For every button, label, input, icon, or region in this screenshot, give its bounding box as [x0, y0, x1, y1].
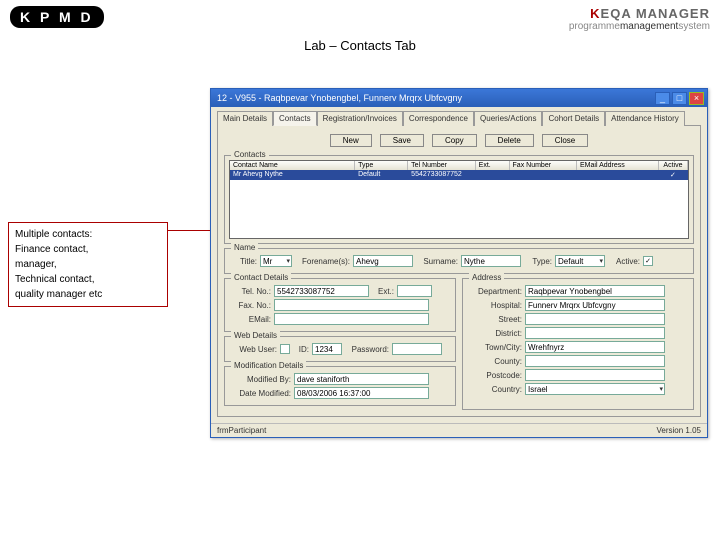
contact-details-fieldset: Contact Details Tel. No.:5542733087752Ex…	[224, 278, 456, 332]
brand-block: KEQA MANAGER programmemanagementsystem	[569, 6, 710, 32]
contacts-fieldset: Contacts Contact Name Type Tel Number Ex…	[224, 155, 694, 244]
table-row[interactable]: Mr Ahevg Nythe Default 5542733087752 ✓	[230, 170, 688, 180]
delete-button[interactable]: Delete	[485, 134, 534, 147]
tab-cohort[interactable]: Cohort Details	[542, 111, 605, 126]
col-ext[interactable]: Ext.	[476, 161, 510, 170]
copy-button[interactable]: Copy	[432, 134, 477, 147]
new-button[interactable]: New	[330, 134, 372, 147]
col-email[interactable]: EMail Address	[577, 161, 659, 170]
postcode-input[interactable]	[525, 369, 665, 381]
webuser-checkbox[interactable]	[280, 344, 290, 354]
address-fieldset: Address Department:Raqbpevar Ynobengbel …	[462, 278, 694, 410]
forename-input[interactable]: Ahevg	[353, 255, 413, 267]
department-input[interactable]: Raqbpevar Ynobengbel	[525, 285, 665, 297]
street-input[interactable]	[525, 313, 665, 325]
status-version: Version 1.05	[657, 426, 701, 435]
password-input[interactable]	[392, 343, 442, 355]
town-input[interactable]: Wrehfnyrz	[525, 341, 665, 353]
fax-input[interactable]	[274, 299, 429, 311]
col-tel[interactable]: Tel Number	[408, 161, 475, 170]
tab-attendance[interactable]: Attendance History	[605, 111, 685, 126]
country-select[interactable]: Israel	[525, 383, 665, 395]
close-icon[interactable]: ×	[689, 92, 704, 105]
close-button[interactable]: Close	[542, 134, 588, 147]
callout-box: Multiple contacts: Finance contact, mana…	[8, 222, 168, 307]
minimize-icon[interactable]: _	[655, 92, 670, 105]
titlebar[interactable]: 12 - V955 - Raqbpevar Ynobengbel, Funner…	[211, 89, 707, 107]
app-window: 12 - V955 - Raqbpevar Ynobengbel, Funner…	[210, 88, 708, 438]
datemodified-input: 08/03/2006 16:37:00	[294, 387, 429, 399]
hospital-input[interactable]: Funnerv Mrqrx Ubfcvgny	[525, 299, 665, 311]
name-fieldset: Name Title: Mr Forename(s): Ahevg Surnam…	[224, 248, 694, 274]
tab-contacts[interactable]: Contacts	[273, 111, 317, 126]
id-input[interactable]: 1234	[312, 343, 342, 355]
col-type[interactable]: Type	[355, 161, 408, 170]
tel-input[interactable]: 5542733087752	[274, 285, 369, 297]
email-input[interactable]	[274, 313, 429, 325]
ext-input[interactable]	[397, 285, 432, 297]
toolbar: New Save Copy Delete Close	[224, 134, 694, 147]
window-title: 12 - V955 - Raqbpevar Ynobengbel, Funner…	[214, 93, 653, 103]
contacts-grid[interactable]: Contact Name Type Tel Number Ext. Fax Nu…	[229, 160, 689, 239]
county-input[interactable]	[525, 355, 665, 367]
web-fieldset: Web Details Web User:ID:1234Password:	[224, 336, 456, 362]
status-form-name: frmParticipant	[217, 426, 266, 435]
tab-main-details[interactable]: Main Details	[217, 111, 273, 126]
page-title: Lab – Contacts Tab	[0, 38, 720, 53]
district-input[interactable]	[525, 327, 665, 339]
statusbar: frmParticipant Version 1.05	[211, 423, 707, 437]
save-button[interactable]: Save	[380, 134, 424, 147]
col-active[interactable]: Active	[659, 161, 688, 170]
tab-correspondence[interactable]: Correspondence	[403, 111, 474, 126]
active-checkbox[interactable]: ✓	[643, 256, 653, 266]
type-select[interactable]: Default	[555, 255, 605, 267]
tab-registration[interactable]: Registration/Invoices	[317, 111, 403, 126]
kpmd-logo: K P M D	[10, 6, 104, 28]
modifiedby-input: dave staniforth	[294, 373, 429, 385]
modification-fieldset: Modification Details Modified By:dave st…	[224, 366, 456, 406]
surname-input[interactable]: Nythe	[461, 255, 521, 267]
col-contact-name[interactable]: Contact Name	[230, 161, 355, 170]
col-fax[interactable]: Fax Number	[510, 161, 577, 170]
tab-strip: Main Details Contacts Registration/Invoi…	[217, 110, 701, 125]
tab-queries[interactable]: Queries/Actions	[474, 111, 542, 126]
title-select[interactable]: Mr	[260, 255, 292, 267]
maximize-icon[interactable]: □	[672, 92, 687, 105]
